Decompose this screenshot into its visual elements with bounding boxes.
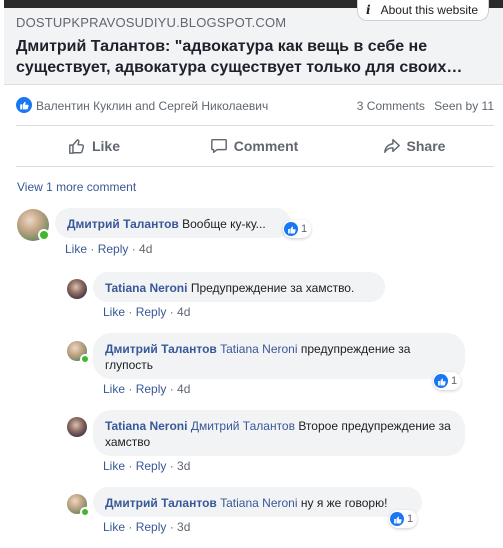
post-actions: Like Comment Share xyxy=(14,130,494,162)
comments-count[interactable]: 3 Comments xyxy=(357,99,425,113)
comment-author[interactable]: Tatiana Neroni xyxy=(105,281,187,295)
comment-reply-link[interactable]: Reply xyxy=(98,242,129,256)
comment-like-link[interactable]: Like xyxy=(103,459,125,473)
comment-meta: Like · Reply · 4d xyxy=(103,305,191,319)
online-indicator xyxy=(80,354,90,364)
reply-bubble: Дмитрий Талантов Tatiana Neroni предупре… xyxy=(93,333,465,379)
view-more-comments-link[interactable]: View 1 more comment xyxy=(17,180,136,194)
comment-author[interactable]: Tatiana Neroni xyxy=(105,419,187,433)
like-reaction-icon xyxy=(390,512,404,526)
comment-text: ну я же говорю! xyxy=(300,496,388,510)
comment-meta: Like · Reply · 3d xyxy=(103,520,191,534)
reply-bubble: Дмитрий Талантов Tatiana Neroni ну я же … xyxy=(93,487,422,517)
like-label: Like xyxy=(91,138,120,154)
reply-bubble: Tatiana Neroni Дмитрий Талантов Второе п… xyxy=(93,410,465,456)
reaction-count[interactable]: 1 xyxy=(389,510,418,528)
comment-reply-link[interactable]: Reply xyxy=(136,520,167,534)
comment-like-link[interactable]: Like xyxy=(103,382,125,396)
about-website-label: About this website xyxy=(380,3,478,17)
divider xyxy=(16,125,494,126)
online-indicator xyxy=(80,507,90,517)
comment-bubble: Дмитрий Талантов Вообще ку-ку... xyxy=(55,208,291,238)
seen-count[interactable]: Seen by 11 xyxy=(434,99,494,113)
comment-author[interactable]: Дмитрий Талантов xyxy=(67,217,179,231)
link-title[interactable]: Дмитрий Талантов: "адвокатура как вещь в… xyxy=(16,36,486,78)
comment-time[interactable]: 4d xyxy=(177,382,190,396)
share-label: Share xyxy=(406,138,446,154)
likers-text[interactable]: Валентин Куклин and Сергей Николаевич xyxy=(36,99,268,113)
comment-author[interactable]: Дмитрий Талантов xyxy=(105,496,217,510)
comment-text: Предупреждение за хамство. xyxy=(190,281,355,295)
like-button[interactable]: Like xyxy=(14,130,174,162)
like-reaction-icon xyxy=(434,374,448,388)
reaction-number: 1 xyxy=(451,375,458,387)
comment-reply-link[interactable]: Reply xyxy=(136,459,167,473)
comment-author[interactable]: Дмитрий Талантов xyxy=(105,342,217,356)
comment-reply-link[interactable]: Reply xyxy=(136,305,167,319)
reaction-number: 1 xyxy=(301,223,308,235)
about-website-button[interactable]: i About this website xyxy=(357,0,489,21)
comment-like-link[interactable]: Like xyxy=(103,305,125,319)
comment-time[interactable]: 4d xyxy=(177,305,190,319)
comment-meta: Like · Reply · 3d xyxy=(103,459,191,473)
comment-mention[interactable]: Tatiana Neroni xyxy=(220,342,297,356)
like-reaction-icon xyxy=(284,222,298,236)
online-indicator xyxy=(38,229,50,241)
comment-label: Comment xyxy=(233,138,299,154)
comment-mention[interactable]: Tatiana Neroni xyxy=(220,496,297,510)
reaction-count[interactable]: 1 xyxy=(283,220,312,238)
comment-time[interactable]: 3d xyxy=(177,520,190,534)
share-button[interactable]: Share xyxy=(334,130,494,162)
comment-like-link[interactable]: Like xyxy=(103,520,125,534)
comment-meta: Like · Reply · 4d xyxy=(65,242,153,256)
comment-button[interactable]: Comment xyxy=(174,130,334,162)
comment-like-link[interactable]: Like xyxy=(65,242,87,256)
comment-reply-link[interactable]: Reply xyxy=(136,382,167,396)
avatar[interactable] xyxy=(67,417,87,437)
comment-text: Вообще ку-ку... xyxy=(182,217,266,231)
comment-time[interactable]: 4d xyxy=(139,242,152,256)
comment-time[interactable]: 3d xyxy=(177,459,190,473)
share-icon xyxy=(383,138,400,154)
info-icon: i xyxy=(366,3,371,17)
reaction-count[interactable]: 1 xyxy=(433,372,462,390)
link-domain: DOSTUPKPRAVOSUDIYU.BLOGSPOT.COM xyxy=(16,15,287,30)
thumbs-up-icon xyxy=(69,139,85,154)
comment-icon xyxy=(210,138,227,154)
divider xyxy=(16,166,494,167)
comment-meta: Like · Reply · 4d xyxy=(103,382,191,396)
reaction-number: 1 xyxy=(407,513,414,525)
reply-bubble: Tatiana Neroni Предупреждение за хамство… xyxy=(93,272,385,302)
avatar[interactable] xyxy=(67,279,87,299)
like-reaction-icon[interactable] xyxy=(16,97,32,113)
post-stats: Валентин Куклин and Сергей Николаевич 3 … xyxy=(14,96,494,116)
comment-mention[interactable]: Дмитрий Талантов xyxy=(191,419,295,433)
